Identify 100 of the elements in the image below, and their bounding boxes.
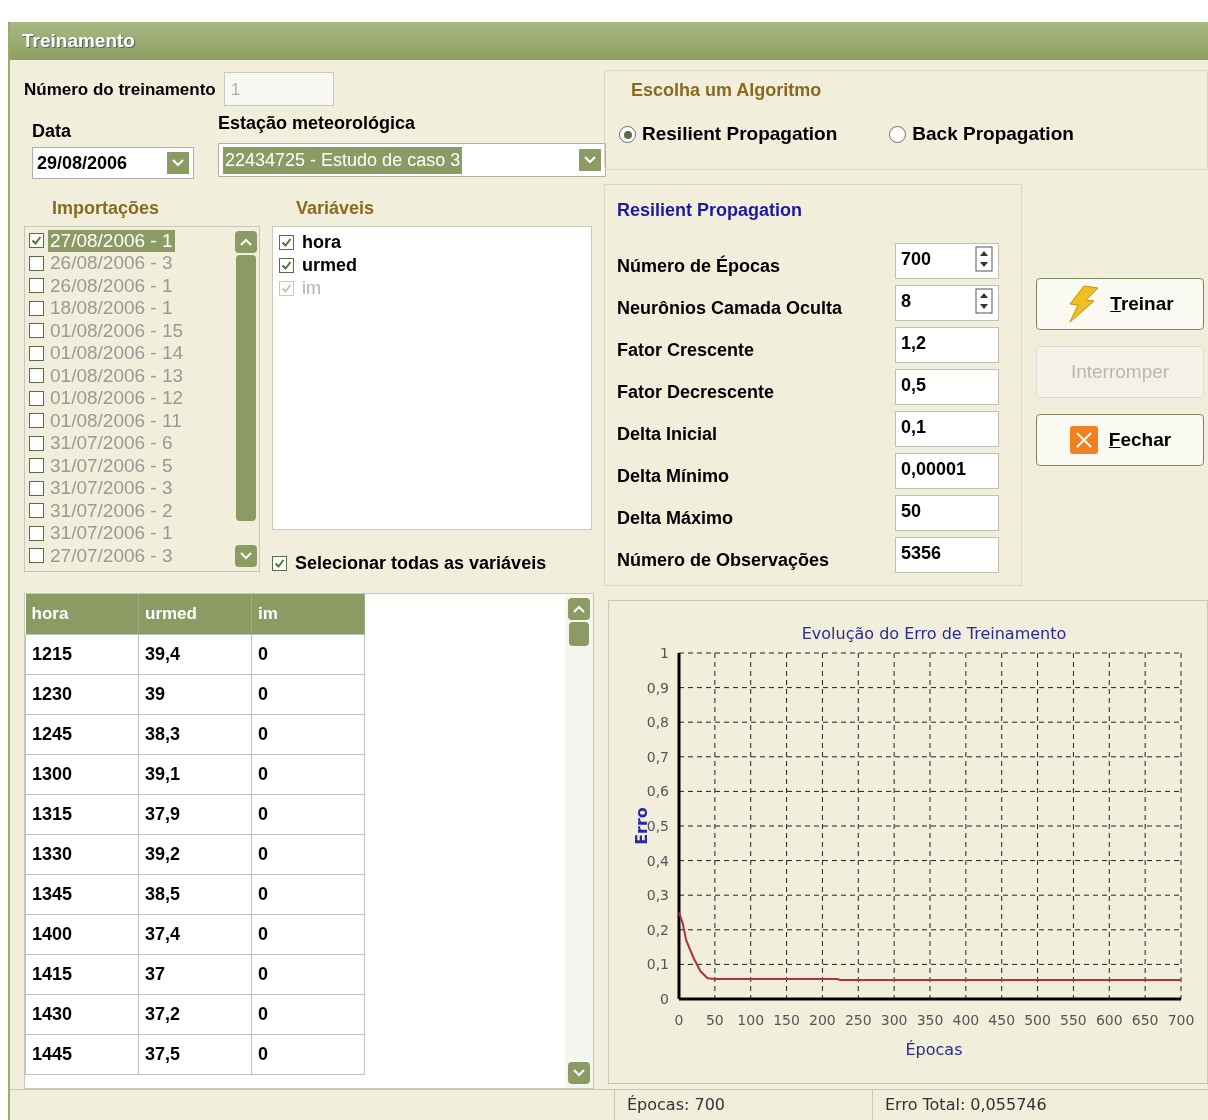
x-tick-label: 500 [1024,1012,1051,1029]
checkbox[interactable] [29,458,44,474]
check-icon [281,260,292,272]
input-field[interactable]: 0,5 [895,369,999,406]
checkbox[interactable] [29,390,44,406]
scroll-button[interactable] [235,231,257,254]
checkbox[interactable] [29,548,44,564]
x-tick-label: 100 [737,1012,765,1029]
list-item[interactable]: 18/08/2006 - 1 [48,297,175,320]
x-tick-label: 350 [916,1012,944,1029]
checkbox[interactable] [29,345,44,361]
list-item[interactable]: 31/07/2006 - 1 [48,522,175,545]
checkbox[interactable] [29,300,44,316]
list-item[interactable]: 31/07/2006 - 5 [48,454,175,477]
scroll-button[interactable] [235,545,257,568]
input-field[interactable]: 0,1 [895,411,999,448]
table-cell: 38,3 [138,714,252,755]
checkbox[interactable] [29,525,44,541]
table-cell: 1300 [25,754,139,795]
spinner-icon [975,246,993,273]
field-label: Número de Épocas [617,254,781,278]
scroll-thumb[interactable] [569,622,589,647]
chart-title: Evolução do Erro de Treinamento [801,624,1067,644]
checkbox-label: Selecionar todas as variáveis [295,552,547,576]
y-tick-label: 0,6 [646,783,669,800]
scroll-button[interactable] [568,1062,590,1085]
checkbox[interactable] [272,556,287,572]
input-field[interactable]: 1,2 [895,327,999,364]
scroll-button[interactable] [568,598,590,621]
input-field[interactable]: 5356 [895,537,999,574]
train-button[interactable]: Treinar [1036,278,1204,331]
scroll-thumb[interactable] [236,255,256,522]
radio-button[interactable] [619,126,636,144]
list-item[interactable]: 31/07/2006 - 2 [48,499,175,522]
y-tick-label: 0,9 [646,679,669,696]
list-item[interactable]: 27/08/2006 - 1 [48,229,175,252]
checkbox[interactable] [29,435,44,451]
table-cell: 37 [138,954,252,995]
list-item[interactable]: 27/07/2006 - 3 [48,544,175,567]
y-tick-label: 0,1 [646,956,669,973]
y-tick-label: 0,5 [646,818,669,835]
close-button[interactable]: Fechar [1036,414,1204,467]
scrollbar[interactable] [565,594,593,1089]
checkbox[interactable] [279,258,294,274]
spin-field[interactable]: 8 [895,285,999,322]
date-picker[interactable]: 29/08/2006 [32,147,194,180]
list-item[interactable]: 01/08/2006 - 12 [48,387,186,410]
x-tick-label: 300 [880,1012,908,1029]
table-cell: 0 [251,954,365,995]
list-item[interactable]: 01/08/2006 - 15 [48,319,186,342]
x-tick-label: 600 [1095,1012,1123,1029]
field-label: Estação meteorológica [218,112,417,136]
input-field[interactable]: 50 [895,495,999,532]
check-icon [281,283,292,295]
input-field[interactable]: 0,00001 [895,453,999,490]
y-tick-label: 0,4 [646,852,669,869]
table-cell: 0 [251,754,365,795]
table-cell: 37,4 [138,914,252,955]
checkbox[interactable] [29,480,44,496]
table-cell: 39,4 [138,634,252,675]
dropdown-button[interactable] [579,149,601,172]
field-label: Delta Inicial [617,422,718,446]
list-item[interactable]: 26/08/2006 - 1 [48,274,175,297]
station-dropdown[interactable]: 22434725 - Estudo de caso 3 [218,143,606,178]
window-title: Treinamento [22,28,135,53]
dropdown-value: 22434725 - Estudo de caso 3 [223,146,463,174]
check-icon [274,558,285,570]
checkbox[interactable] [29,323,44,339]
radio-button[interactable] [889,126,907,144]
group-title: Escolha um Algoritmo [631,80,822,101]
table-cell: 1445 [25,1034,139,1075]
checkbox[interactable] [29,413,44,429]
checkbox[interactable] [29,278,44,294]
list-item[interactable]: 26/08/2006 - 3 [48,252,175,275]
table-cell: 0 [251,874,365,915]
list-item[interactable]: 31/07/2006 - 3 [48,477,175,500]
field-label: Delta Mínimo [617,464,729,488]
table-cell: 0 [251,914,365,955]
list-item[interactable]: 31/07/2006 - 6 [48,432,175,455]
checkbox[interactable] [279,235,294,251]
spin-field[interactable]: 700 [895,243,999,280]
table-cell: 1215 [25,634,139,675]
checkbox[interactable] [29,503,44,519]
column-header[interactable]: hora [25,594,139,635]
list-item[interactable]: 01/08/2006 - 11 [48,409,184,432]
x-tick-label: 50 [705,1012,724,1029]
checkbox[interactable] [29,233,44,249]
column-header[interactable]: urmed [138,594,252,635]
checkbox[interactable] [29,368,44,384]
x-axis-label: Épocas [905,1040,963,1060]
column-header[interactable]: im [251,594,365,635]
x-tick-label: 400 [952,1012,980,1029]
table-cell: 0 [251,994,365,1035]
dropdown-button[interactable] [167,152,189,175]
list-item[interactable]: 01/08/2006 - 14 [48,342,186,365]
list-item[interactable]: 01/08/2006 - 13 [48,364,186,387]
chevron-down-icon [172,159,184,168]
lightning-icon [1066,285,1101,324]
table-cell: 0 [251,714,365,755]
checkbox[interactable] [29,255,44,271]
